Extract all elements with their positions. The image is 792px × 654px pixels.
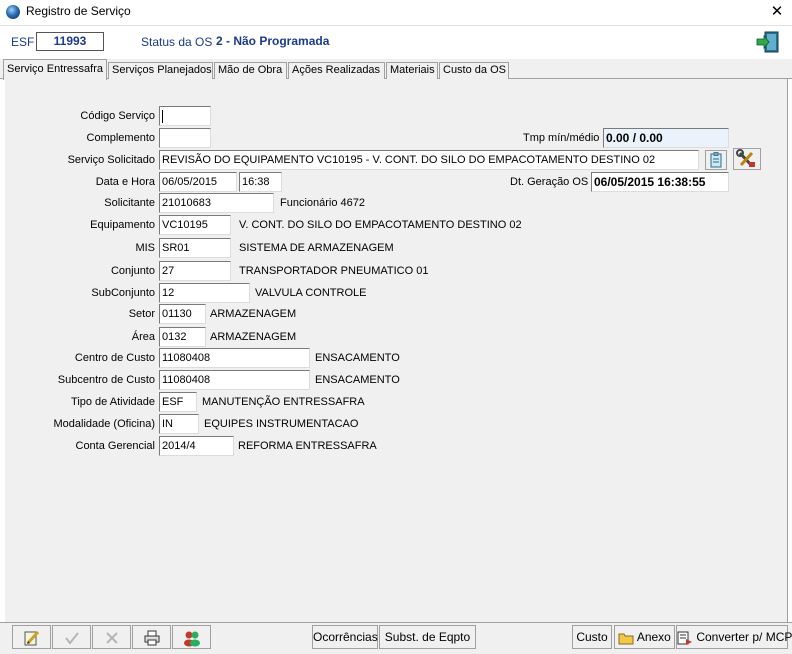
tools-icon — [736, 149, 755, 168]
close-button[interactable]: ✕ — [762, 0, 792, 25]
centro-custo-desc: ENSACAMENTO — [315, 352, 400, 364]
dt-geracao-field: 06/05/2015 16:38:55 — [591, 172, 729, 192]
form-panel: Código Serviço Complemento Tmp mín/médio… — [4, 79, 788, 622]
anexo-button[interactable]: Anexo — [614, 625, 675, 649]
complemento-label: Complemento — [86, 132, 155, 144]
modalidade-input[interactable]: IN — [159, 414, 199, 434]
codigo-servico-input[interactable] — [159, 106, 211, 126]
tipo-atividade-input[interactable]: ESF — [159, 392, 197, 412]
servico-solicitado-input[interactable]: REVISÃO DO EQUIPAMENTO VC10195 - V. CONT… — [159, 150, 699, 170]
conjunto-desc: TRANSPORTADOR PNEUMATICO 01 — [239, 265, 429, 277]
equipamento-input[interactable]: VC10195 — [159, 215, 231, 235]
tab-strip: Serviço Entressafra Serviços Planejados … — [0, 59, 792, 80]
conta-gerencial-label: Conta Gerencial — [75, 440, 156, 452]
solicitante-input[interactable]: 21010683 — [159, 193, 274, 213]
print-button[interactable] — [132, 625, 171, 649]
os-number-field: 11993 — [36, 32, 104, 51]
tools-button[interactable] — [733, 148, 761, 170]
cancel-x-icon — [105, 632, 118, 644]
tipo-atividade-label: Tipo de Atividade — [71, 396, 155, 408]
conjunto-input[interactable]: 27 — [159, 261, 231, 281]
converter-mcp-button[interactable]: Converter p/ MCP — [676, 625, 792, 649]
converter-label: Converter p/ MCP — [696, 630, 792, 644]
conta-gerencial-input[interactable]: 2014/4 — [159, 436, 234, 456]
tab-mao-de-obra[interactable]: Mão de Obra — [214, 62, 287, 79]
printer-icon — [144, 630, 159, 646]
exit-door-icon — [756, 31, 779, 53]
data-input[interactable]: 06/05/2015 — [159, 172, 237, 192]
text-caret — [162, 109, 163, 123]
centro-custo-input[interactable]: 11080408 — [159, 348, 310, 368]
anexo-label: Anexo — [636, 630, 671, 644]
clipboard-button[interactable] — [705, 150, 727, 170]
setor-label: Setor — [128, 308, 155, 320]
window-title: Registro de Serviço — [26, 4, 131, 18]
subcentro-custo-desc: ENSACAMENTO — [315, 374, 400, 386]
cancel-button[interactable] — [92, 625, 131, 649]
tab-servico-entressafra[interactable]: Serviço Entressafra — [3, 59, 107, 80]
convert-icon — [677, 631, 692, 645]
tab-materiais[interactable]: Materiais — [386, 62, 438, 79]
area-input[interactable]: 0132 — [159, 327, 206, 347]
clipboard-icon — [710, 152, 722, 168]
equipamento-label: Equipamento — [90, 219, 155, 231]
title-bar: Registro de Serviço ✕ — [0, 0, 792, 25]
setor-input[interactable]: 01130 — [159, 304, 206, 324]
tab-acoes-realizadas[interactable]: Ações Realizadas — [288, 62, 385, 79]
setor-desc: ARMAZENAGEM — [210, 308, 297, 320]
confirm-button[interactable] — [52, 625, 91, 649]
subcentro-custo-input[interactable]: 11080408 — [159, 370, 310, 390]
solicitante-desc: Funcionário 4672 — [280, 197, 366, 209]
subcentro-custo-label: Subcentro de Custo — [57, 374, 155, 386]
area-label: Área — [131, 331, 155, 343]
tab-servicos-planejados[interactable]: Serviços Planejados — [108, 62, 213, 79]
os-header: ESF 11993 Status da OS 2 - Não Programad… — [0, 25, 792, 59]
esf-label: ESF — [11, 35, 35, 49]
subconjunto-label: SubConjunto — [91, 287, 155, 299]
dt-geracao-label: Dt. Geração OS — [510, 176, 589, 188]
status-label: Status da OS — [141, 35, 213, 49]
solicitante-label: Solicitante — [104, 197, 155, 209]
conjunto-label: Conjunto — [110, 265, 155, 277]
mis-desc: SISTEMA DE ARMAZENAGEM — [239, 242, 394, 254]
area-desc: ARMAZENAGEM — [210, 331, 297, 343]
codigo-servico-label: Código Serviço — [80, 110, 155, 122]
servico-solicitado-label: Serviço Solicitado — [67, 154, 155, 166]
check-icon — [64, 632, 79, 645]
tab-custo-da-os[interactable]: Custo da OS — [439, 62, 509, 79]
modalidade-label: Modalidade (Oficina) — [53, 418, 156, 430]
tmp-field: 0.00 / 0.00 — [603, 128, 729, 148]
bottom-toolbar: Ocorrências Subst. de Eqpto Custo Anexo … — [0, 622, 792, 654]
users-icon — [183, 631, 200, 647]
mis-label: MIS — [135, 242, 155, 254]
folder-icon — [618, 633, 634, 645]
data-hora-label: Data e Hora — [95, 176, 155, 188]
conta-gerencial-desc: REFORMA ENTRESSAFRA — [238, 440, 377, 452]
edit-button[interactable] — [12, 625, 51, 649]
status-value: 2 - Não Programada — [216, 34, 330, 48]
custo-button[interactable]: Custo — [572, 625, 612, 649]
exit-button[interactable] — [756, 31, 780, 53]
ocorrencias-button[interactable]: Ocorrências — [312, 625, 378, 649]
complemento-input[interactable] — [159, 128, 211, 148]
edit-pencil-icon — [24, 630, 39, 646]
hora-input[interactable]: 16:38 — [239, 172, 282, 192]
modalidade-desc: EQUIPES INSTRUMENTACAO — [204, 418, 359, 430]
subst-eqpto-button[interactable]: Subst. de Eqpto — [379, 625, 476, 649]
tipo-atividade-desc: MANUTENÇÃO ENTRESSAFRA — [202, 396, 365, 408]
subconjunto-input[interactable]: 12 — [159, 283, 250, 303]
app-globe-icon — [6, 5, 20, 19]
mis-input[interactable]: SR01 — [159, 238, 231, 258]
tmp-label: Tmp mín/médio — [523, 132, 600, 144]
subconjunto-desc: VALVULA CONTROLE — [255, 287, 367, 299]
users-button[interactable] — [172, 625, 211, 649]
equipamento-desc: V. CONT. DO SILO DO EMPACOTAMENTO DESTIN… — [239, 219, 522, 231]
centro-custo-label: Centro de Custo — [74, 352, 155, 364]
